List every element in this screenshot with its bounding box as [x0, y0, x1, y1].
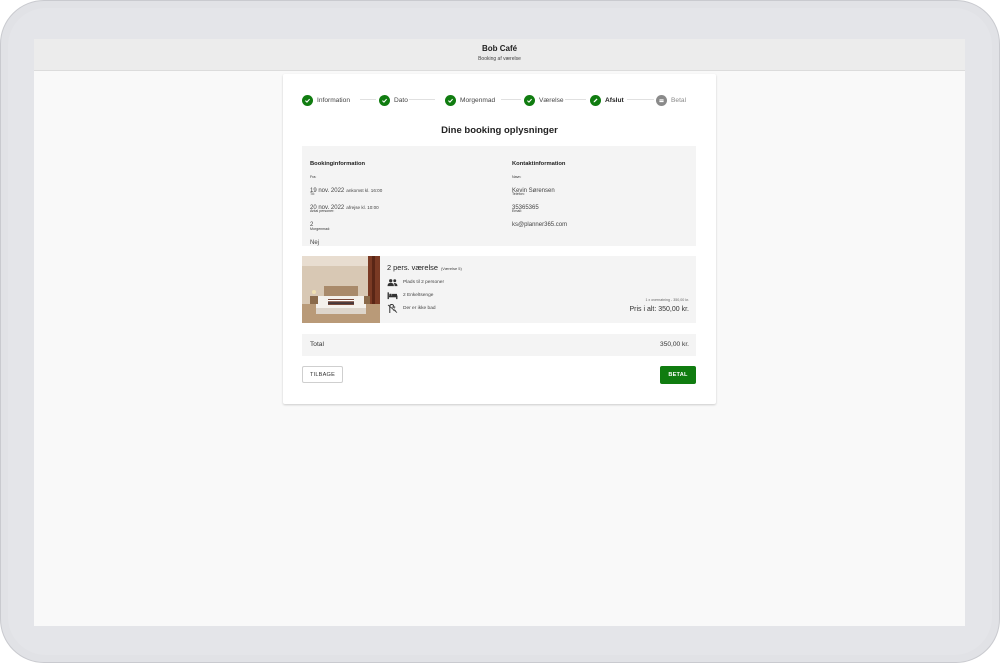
step-connector [627, 99, 654, 100]
field-label: Navn: [512, 175, 522, 179]
step-information[interactable]: Information [302, 93, 350, 107]
step-label: Afslut [605, 96, 624, 104]
step-connector [565, 99, 586, 100]
field-label: Fra: [310, 175, 317, 179]
total-label: Total [310, 341, 324, 348]
step-label: Information [317, 96, 350, 104]
step-dato[interactable]: Dato [379, 93, 408, 107]
total-amount: 350,00 kr. [660, 341, 689, 348]
room-summary: 2 pers. værelse (Værelse 5) Plads til 2 p… [302, 256, 696, 323]
people-icon [387, 279, 398, 287]
room-feature-bath: Der er ikke bad [387, 304, 436, 313]
step-vaerelse[interactable]: Værelse [524, 93, 564, 107]
app-header: Bob Café Booking af værelse [34, 39, 965, 71]
check-icon [302, 94, 313, 106]
step-label: Dato [394, 96, 408, 104]
room-name: 2 pers. værelse [387, 263, 438, 272]
field-label: Telefon: [512, 192, 525, 196]
step-morgenmad[interactable]: Morgenmad [445, 93, 495, 107]
feature-label: 2 Enkeltsenge [403, 293, 434, 298]
price-breakdown: 1 x overnatning - 350,00 kr. [645, 298, 689, 302]
app-screen: Bob Café Booking af værelse Information … [34, 39, 965, 626]
departure-note: afrejse kl. 10:00 [346, 205, 379, 210]
booking-card: Information Dato Morgenmad Værelse Afslu… [283, 74, 716, 404]
field-label: Morgenmad: [310, 227, 331, 231]
field-value: Nej [310, 240, 320, 246]
feature-label: Der er ikke bad [403, 306, 436, 311]
total-row: Total 350,00 kr. [302, 334, 696, 356]
section-title: Bookinginformation [310, 161, 366, 167]
check-icon [524, 94, 535, 106]
step-afslut[interactable]: Afslut [590, 93, 624, 107]
step-betal: Betal [656, 93, 686, 107]
room-feature-beds: 2 Enkeltsenge [387, 291, 433, 300]
email-field: Email: ks@planner365.com [512, 209, 567, 231]
step-connector [501, 99, 521, 100]
page-title: Dine booking oplysninger [441, 125, 558, 136]
booking-summary-panel: Bookinginformation Fra: 19 nov. 2022 anko… [302, 146, 696, 246]
step-connector [409, 99, 435, 100]
room-feature-capacity: Plads til 2 personer [387, 278, 444, 287]
pay-button[interactable]: BETAL [660, 366, 696, 384]
step-label: Betal [671, 96, 687, 104]
check-icon [379, 94, 390, 106]
edit-pencil-icon [590, 94, 601, 106]
field-label: Antal personer: [310, 209, 335, 213]
section-title: Kontaktinformation [512, 161, 566, 167]
field-label: Til: [310, 192, 315, 196]
bed-icon [387, 292, 398, 300]
step-label: Værelse [539, 96, 564, 104]
step-label: Morgenmad [460, 96, 496, 104]
field-label: Email: [512, 209, 522, 213]
field-value: ks@planner365.com [512, 222, 568, 228]
app-subtitle: Booking af værelse [478, 56, 521, 62]
room-number: (Værelse 5) [440, 266, 462, 271]
feature-label: Plads til 2 personer [403, 280, 445, 285]
room-photo [302, 256, 380, 323]
app-title: Bob Café [481, 44, 518, 53]
breakfast-field: Morgenmad: Nej [310, 227, 330, 249]
check-icon [445, 94, 456, 106]
back-button[interactable]: TILBAGE [302, 366, 343, 383]
shower-icon [387, 304, 398, 313]
step-connector [360, 99, 376, 100]
room-title: 2 pers. værelse (Værelse 5) [387, 263, 462, 272]
payment-card-icon [656, 94, 667, 106]
room-price-total: Pris i alt: 350,00 kr. [629, 306, 689, 313]
booking-stepper: Information Dato Morgenmad Værelse Afslu… [302, 93, 702, 107]
